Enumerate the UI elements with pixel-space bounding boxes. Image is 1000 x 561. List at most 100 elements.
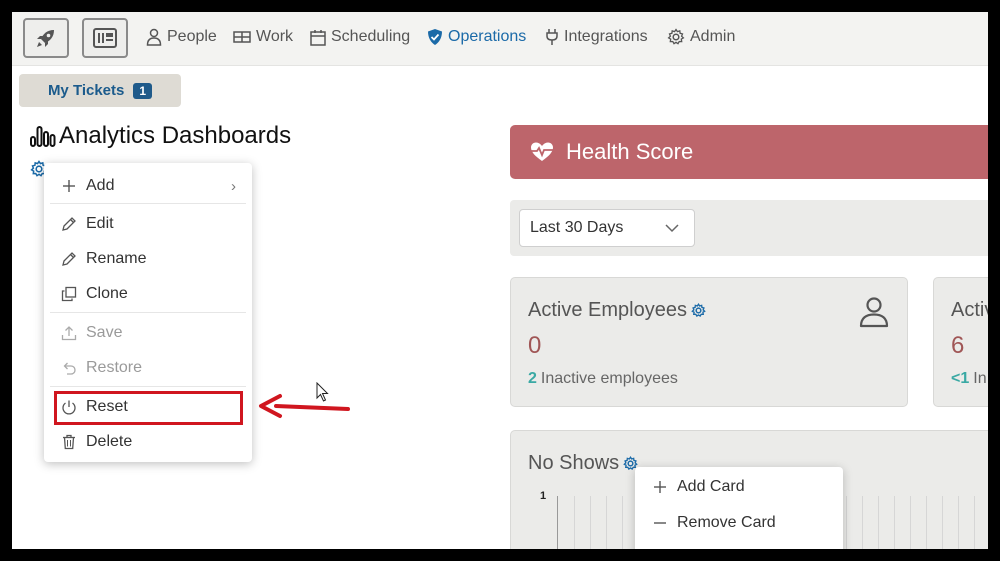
chart-gridline xyxy=(590,496,591,549)
nav-item-label: Operations xyxy=(448,28,527,45)
health-score-title: Health Score xyxy=(566,139,694,164)
nav-item-label: Work xyxy=(256,28,294,45)
nav-item-scheduling[interactable]: Scheduling xyxy=(310,28,410,46)
nav-item-label: Admin xyxy=(690,28,736,45)
menu-divider xyxy=(50,312,246,313)
nav-item-people[interactable]: People xyxy=(146,28,217,46)
app-window: People Work Scheduling Operations Integr… xyxy=(12,12,988,549)
card-title: Active Employees xyxy=(528,299,706,322)
menu-item-label: Rename xyxy=(86,250,147,267)
menu-item-label: Add xyxy=(86,177,115,194)
chart-gridline xyxy=(862,496,863,549)
date-range-select[interactable]: Last 30 Days xyxy=(519,209,695,247)
plus-icon xyxy=(651,478,669,496)
heart-pulse-icon xyxy=(531,142,553,161)
card-subtext: <1 In xyxy=(951,370,987,388)
card-context-menu: Add Card Remove Card xyxy=(635,467,843,549)
nav-item-operations[interactable]: Operations xyxy=(427,28,526,46)
tickets-count-badge: 1 xyxy=(133,82,153,99)
my-tickets-tab[interactable]: My Tickets 1 xyxy=(19,74,181,107)
card-value: 6 xyxy=(951,332,965,359)
plug-icon xyxy=(546,29,558,45)
filter-bar: Last 30 Days xyxy=(510,200,988,256)
second-metric-card: Activ 6 <1In xyxy=(933,277,988,407)
chart-gridline xyxy=(942,496,943,549)
chart-gridline xyxy=(878,496,879,549)
pencil-icon xyxy=(60,250,78,268)
undo-icon xyxy=(60,359,78,377)
menu-divider xyxy=(50,386,246,387)
menu-item-label: Delete xyxy=(86,433,133,450)
menu-item-save[interactable]: Save xyxy=(44,317,252,349)
person-icon xyxy=(146,28,162,46)
date-range-value: Last 30 Days xyxy=(530,219,624,236)
menu-item-edit[interactable]: Edit xyxy=(44,208,252,240)
chart-gridline xyxy=(974,496,975,549)
chart-gridline xyxy=(910,496,911,549)
inactive-label: Inactive employees xyxy=(540,370,678,387)
inactive-count: 2 xyxy=(528,370,537,387)
upload-icon xyxy=(60,324,78,342)
menu-item-label: Remove Card xyxy=(677,514,776,531)
nav-item-work[interactable]: Work xyxy=(233,28,293,46)
menu-item-label: Save xyxy=(86,324,123,341)
nav-item-admin[interactable]: Admin xyxy=(667,28,735,46)
my-tickets-label: My Tickets xyxy=(47,82,125,99)
card-subtext: 2 Inactive employees xyxy=(528,370,678,388)
mouse-cursor-icon xyxy=(316,382,329,402)
card-title-text: Activ xyxy=(951,299,988,321)
dashboard-button[interactable] xyxy=(82,18,128,58)
page-title: Analytics Dashboards xyxy=(30,122,291,150)
menu-divider xyxy=(50,203,246,204)
chevron-right-icon: › xyxy=(231,177,236,195)
chart-gridline xyxy=(574,496,575,549)
top-nav: People Work Scheduling Operations Integr… xyxy=(12,12,988,66)
menu-item-remove-card[interactable]: Remove Card xyxy=(635,507,843,539)
card-title: No Shows xyxy=(528,452,638,475)
menu-item-label: Add Card xyxy=(677,478,745,495)
chevron-down-icon xyxy=(665,224,679,233)
sub-count: <1 xyxy=(951,370,970,387)
card-title-text: Active Employees xyxy=(528,299,687,321)
menu-item-label: Edit xyxy=(86,215,114,232)
shield-icon xyxy=(428,29,442,45)
menu-item-add[interactable]: Add › xyxy=(44,170,252,202)
menu-item-restore[interactable]: Restore xyxy=(44,352,252,384)
nav-item-integrations[interactable]: Integrations xyxy=(545,28,648,46)
chart-gridline xyxy=(958,496,959,549)
card-settings-gear-icon[interactable] xyxy=(691,303,706,318)
health-score-header: Health Score xyxy=(510,125,988,179)
chart-gridline xyxy=(846,496,847,549)
card-title: Activ xyxy=(951,299,988,322)
work-icon xyxy=(233,31,251,43)
menu-item-clone[interactable]: Clone xyxy=(44,278,252,310)
person-icon xyxy=(859,297,889,328)
menu-item-delete[interactable]: Delete xyxy=(44,426,252,458)
nav-item-label: Scheduling xyxy=(331,28,411,45)
minus-icon xyxy=(651,514,669,532)
rocket-button[interactable] xyxy=(23,18,69,58)
rocket-icon xyxy=(37,30,54,47)
card-value: 0 xyxy=(528,332,542,359)
pencil-icon xyxy=(60,215,78,233)
dashboard-icon xyxy=(93,28,117,48)
annotation-arrow-icon xyxy=(259,394,350,418)
nav-item-label: People xyxy=(167,28,217,45)
reset-highlight-box xyxy=(54,391,243,425)
nav-item-label: Integrations xyxy=(564,28,648,45)
calendar-icon xyxy=(310,29,326,46)
sub-label: In xyxy=(973,370,987,387)
menu-item-add-card[interactable]: Add Card xyxy=(635,471,843,503)
gear-icon xyxy=(667,28,685,45)
plus-icon xyxy=(60,177,78,195)
active-employees-card: Active Employees 0 2 Inactive employees xyxy=(510,277,908,407)
y-axis-tick-label: 1 xyxy=(540,490,547,502)
copy-icon xyxy=(60,285,78,303)
chart-gridline xyxy=(926,496,927,549)
menu-item-label: Restore xyxy=(86,359,143,376)
chart-gridline xyxy=(622,496,623,549)
card-title-text: No Shows xyxy=(528,452,620,474)
menu-item-label: Clone xyxy=(86,285,128,302)
chart-gridline xyxy=(606,496,607,549)
menu-item-rename[interactable]: Rename xyxy=(44,243,252,275)
